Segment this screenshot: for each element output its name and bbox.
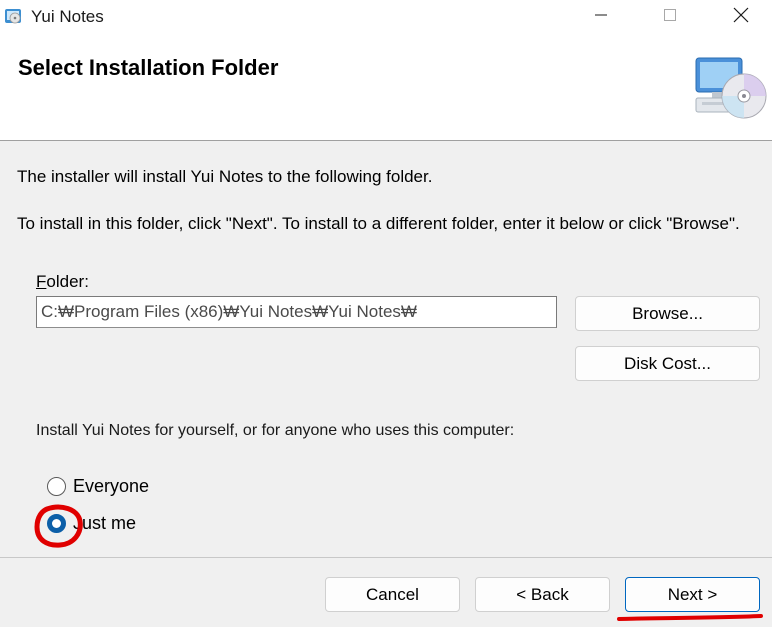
- browse-button[interactable]: Browse...: [575, 296, 760, 331]
- radio-option-just-me[interactable]: Just me: [47, 513, 136, 534]
- description-text: The installer will install Yui Notes to …: [17, 167, 433, 186]
- folder-path-input[interactable]: [36, 296, 557, 328]
- computer-cd-icon: [695, 57, 767, 119]
- instruction-text: To install in this folder, click "Next".…: [17, 214, 740, 233]
- highlight-underline-annotation: [617, 614, 763, 621]
- maximize-button[interactable]: [641, 0, 699, 30]
- minimize-button[interactable]: [572, 0, 630, 30]
- radio-label-just-me: Just me: [73, 513, 137, 533]
- window-title: Yui Notes: [31, 7, 104, 26]
- maximize-icon: [664, 9, 676, 21]
- minimize-icon: [595, 14, 607, 16]
- radio-button-everyone[interactable]: [47, 477, 66, 496]
- close-icon: [733, 7, 749, 23]
- radio-button-just-me[interactable]: [47, 514, 66, 533]
- setup-cd-icon: [5, 9, 21, 24]
- radio-option-everyone[interactable]: Everyone: [47, 476, 149, 497]
- cancel-button[interactable]: Cancel: [325, 577, 460, 612]
- radio-label-everyone: Everyone: [73, 476, 150, 496]
- disk-cost-button[interactable]: Disk Cost...: [575, 346, 760, 381]
- header-banner: Select Installation Folder: [0, 34, 772, 140]
- footer-divider: [0, 557, 772, 558]
- install-scope-label: Install Yui Notes for yourself, or for a…: [36, 422, 515, 439]
- close-button[interactable]: [712, 0, 770, 30]
- back-button[interactable]: < Back: [475, 577, 610, 612]
- next-button[interactable]: Next >: [625, 577, 760, 612]
- folder-label: Folder:: [36, 272, 89, 291]
- page-title: Select Installation Folder: [18, 55, 279, 80]
- header-divider: [0, 140, 772, 141]
